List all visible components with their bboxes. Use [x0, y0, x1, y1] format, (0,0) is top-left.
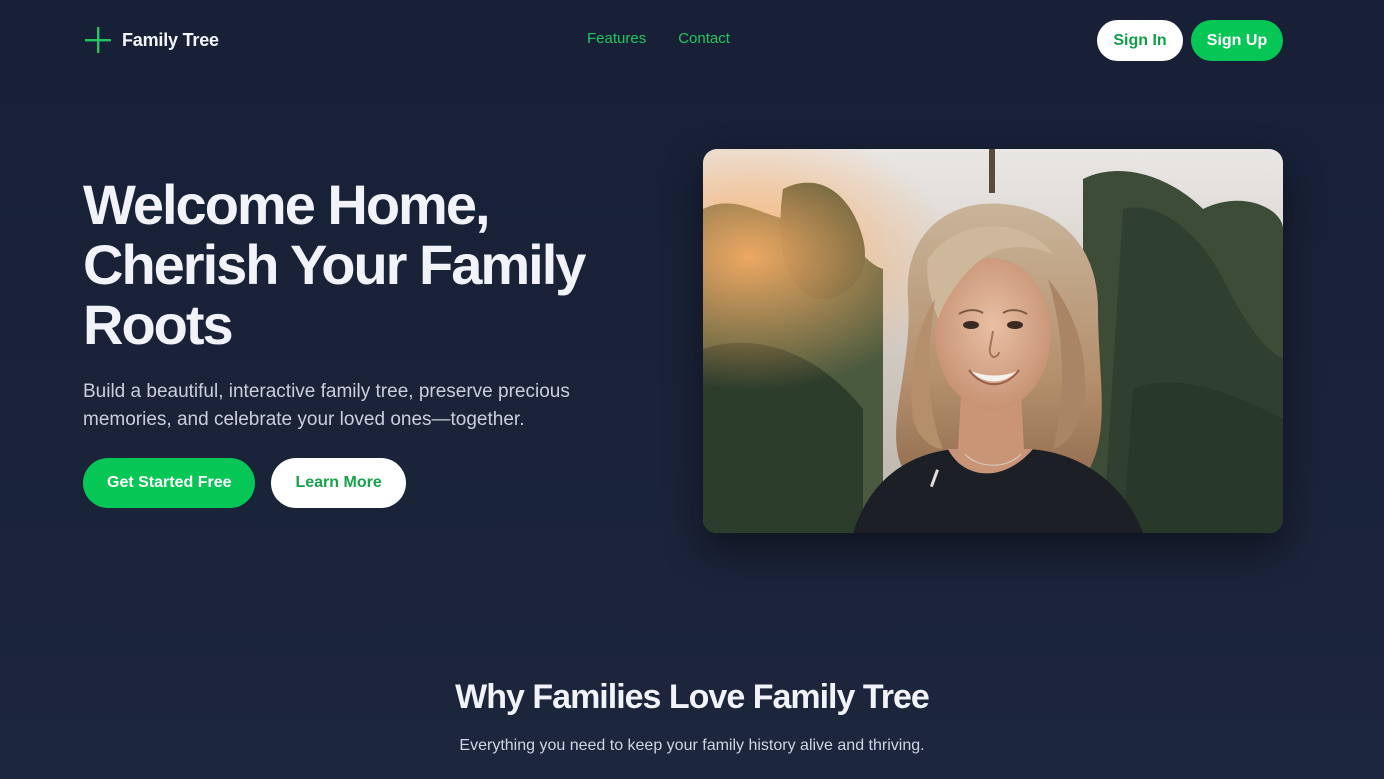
- hero-subtitle: Build a beautiful, interactive family tr…: [83, 381, 570, 430]
- get-started-button[interactable]: Get Started Free: [83, 458, 256, 508]
- sign-in-button[interactable]: Sign In: [1097, 20, 1183, 61]
- nav-links: Features Contact: [587, 30, 730, 47]
- features-subtitle: Everything you need to keep your family …: [459, 737, 925, 754]
- plus-icon: [84, 26, 112, 54]
- hero-photo: [703, 149, 1283, 533]
- brand-name: Family Tree: [122, 29, 219, 50]
- learn-more-button[interactable]: Learn More: [271, 458, 406, 508]
- top-nav: Family Tree Features Contact Sign In Sig…: [0, 0, 1384, 80]
- sign-up-button[interactable]: Sign Up: [1191, 20, 1283, 61]
- auth-actions: Sign In Sign Up: [1097, 20, 1283, 61]
- hero-actions: Get Started Free Learn More: [83, 458, 406, 508]
- landing-page: Family Tree Features Contact Sign In Sig…: [0, 0, 1384, 779]
- nav-link-features[interactable]: Features: [587, 30, 646, 47]
- hero-title: Welcome Home, Cherish Your Family Roots: [83, 173, 586, 356]
- nav-link-contact[interactable]: Contact: [678, 30, 730, 47]
- features-title: Why Families Love Family Tree: [455, 678, 930, 716]
- portrait-image: [703, 149, 1283, 533]
- brand-logo[interactable]: Family Tree: [84, 25, 219, 55]
